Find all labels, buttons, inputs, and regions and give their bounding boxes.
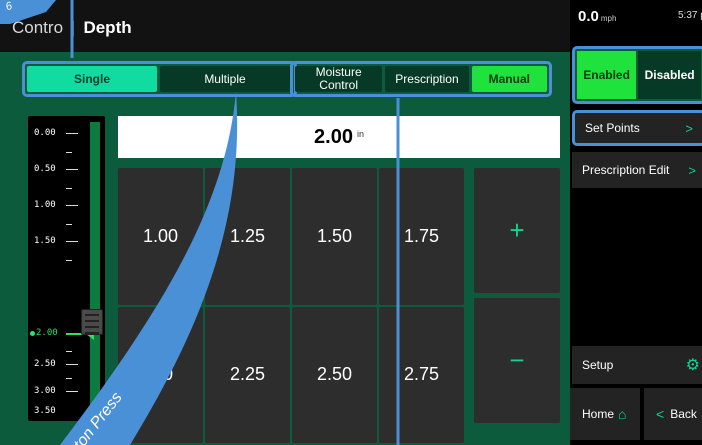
depth-control-panel: Single Multiple Moisture Control Prescri… (0, 52, 570, 445)
gauge-minor-tick (66, 152, 72, 153)
speed-value: 0.0 (578, 8, 599, 25)
gauge-tick-label: 2.50 (34, 359, 56, 369)
setup-button[interactable]: Setup ⚙ (572, 346, 702, 384)
gauge-tick-label: 3.00 (34, 386, 56, 396)
gauge-track (90, 122, 100, 415)
home-icon: ⌂ (618, 406, 627, 422)
depth-value-display: 2.00 in (118, 116, 560, 158)
app-frame: Contro | Depth 0.0mph 5:37 p Single Mult… (0, 0, 702, 445)
prescription-button[interactable]: Prescription (385, 66, 469, 92)
breadcrumb: Contro | Depth (12, 18, 132, 38)
back-label: Back (670, 407, 697, 421)
set-points-label: Set Points (585, 121, 640, 135)
status-area: 0.0mph 5:37 p (570, 0, 702, 46)
increment-button[interactable]: + (474, 168, 560, 293)
preset-button[interactable]: 2.25 (205, 306, 290, 443)
home-label: Home (582, 407, 615, 421)
multiple-mode-button[interactable]: Multiple (160, 66, 290, 92)
breadcrumb-separator: | (71, 18, 76, 37)
right-panel: Enabled Disabled Set Points > Prescripti… (570, 46, 702, 445)
prescription-edit-label: Prescription Edit (582, 163, 670, 177)
back-button[interactable]: < Back (644, 388, 702, 440)
gear-icon: ⚙ (685, 357, 700, 374)
page-title: Depth (83, 18, 132, 37)
preset-button[interactable]: .00 (118, 306, 203, 443)
gauge-minor-tick (66, 378, 72, 379)
depth-gauge[interactable]: 0.00 0.50 1.00 1.50 2.00 2.50 3.00 3.50 (28, 116, 105, 421)
decrement-button[interactable]: − (474, 298, 560, 423)
chevron-right-icon: > (685, 120, 693, 136)
preset-button[interactable]: 2.50 (292, 306, 377, 443)
section-mode-group: Single Multiple (22, 61, 297, 97)
manual-button[interactable]: Manual (471, 66, 548, 92)
gauge-minor-tick (66, 351, 72, 352)
home-button[interactable]: Home ⌂ (570, 388, 640, 440)
enabled-button[interactable]: Enabled (577, 51, 637, 99)
gauge-drag-handle[interactable] (81, 309, 103, 335)
single-mode-button[interactable]: Single (27, 66, 157, 92)
clock: 5:37 p (678, 10, 702, 21)
gauge-tick-label: 1.00 (34, 200, 56, 210)
setup-label: Setup (582, 358, 614, 372)
gauge-tick (66, 169, 78, 170)
preset-button[interactable]: 1.75 (379, 168, 464, 305)
gauge-current-label: 2.00 (36, 328, 58, 338)
speed-readout: 0.0 mph (578, 8, 616, 25)
gauge-minor-tick (66, 260, 72, 261)
set-points-button[interactable]: Set Points > (572, 110, 702, 146)
preset-button[interactable]: 1.50 (292, 168, 377, 305)
gauge-tick (66, 391, 78, 392)
moisture-control-button[interactable]: Moisture Control (295, 66, 383, 92)
gauge-tick-label: 3.50 (34, 406, 56, 416)
prescription-edit-button[interactable]: Prescription Edit > (572, 152, 702, 188)
preset-button[interactable]: 2.75 (379, 306, 464, 443)
gauge-tick (66, 364, 78, 365)
gauge-tick (66, 205, 78, 206)
gauge-tick (66, 133, 78, 134)
gauge-minor-tick (66, 224, 72, 225)
disabled-button[interactable]: Disabled (638, 51, 701, 99)
gauge-tick (66, 241, 78, 242)
preset-keypad: 1.00 1.25 1.50 1.75 .00 2.25 2.50 2.75 (118, 168, 464, 443)
depth-unit: in (356, 129, 364, 139)
gauge-tick-label: 0.00 (34, 128, 56, 138)
enable-toggle-group: Enabled Disabled (572, 46, 702, 104)
chevron-right-icon: > (688, 162, 696, 178)
control-mode-group: Moisture Control Prescription Manual (290, 61, 552, 97)
gauge-current-dot (30, 331, 35, 336)
chevron-left-icon: < (656, 406, 665, 422)
gauge-tick-label: 1.50 (34, 236, 56, 246)
gauge-tick-label: 0.50 (34, 164, 56, 174)
breadcrumb-parent[interactable]: Contro (12, 18, 63, 38)
preset-button[interactable]: 1.00 (118, 168, 203, 305)
header-bar: Contro | Depth (0, 0, 570, 52)
preset-button[interactable]: 1.25 (205, 168, 290, 305)
depth-value: 2.00 (314, 125, 353, 148)
gauge-minor-tick (66, 188, 72, 189)
speed-unit: mph (600, 14, 617, 23)
